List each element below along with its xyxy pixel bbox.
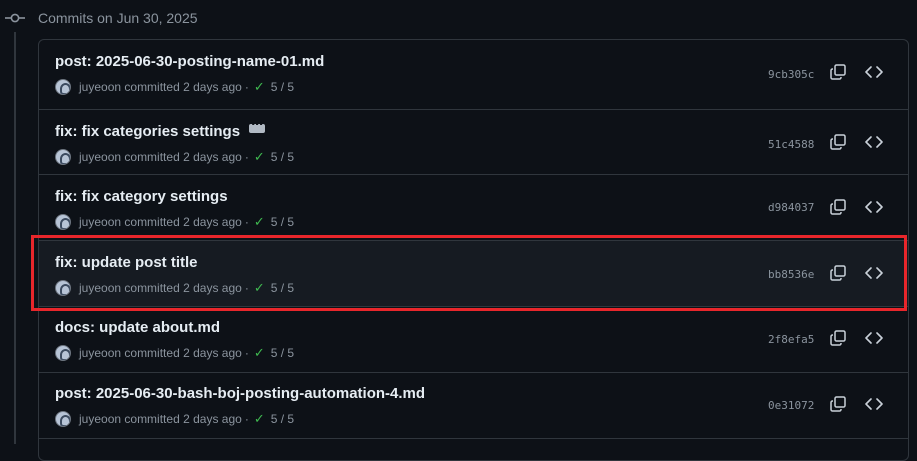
commit-author[interactable]: juyeoon [79,150,121,164]
commit-sha-link[interactable]: bb8536e [768,268,814,281]
commit-time: 2 days ago [183,80,242,94]
check-icon[interactable]: ✓ [254,411,265,427]
commit-meta: juyeoon committed 2 days ago · ✓ 5 / 5 [55,148,294,166]
code-icon[interactable] [865,265,883,281]
commit-group-date: Commits on Jun 30, 2025 [38,10,198,26]
commit-time: 2 days ago [183,215,242,229]
copy-icon[interactable] [830,134,846,150]
copy-icon[interactable] [830,330,846,346]
avatar[interactable] [55,79,71,95]
commit-author[interactable]: juyeoon [79,215,121,229]
commit-action: committed [124,412,180,426]
code-icon[interactable] [865,199,883,215]
checks-status[interactable]: 5 / 5 [271,412,294,426]
commit-time: 2 days ago [183,412,242,426]
commit-meta: juyeoon committed 2 days ago · ✓ 5 / 5 [55,410,294,428]
avatar[interactable] [55,149,71,165]
commit-title-link[interactable]: docs: update about.md [55,319,220,336]
commit-meta: juyeoon committed 2 days ago · ✓ 5 / 5 [55,78,294,96]
checks-status[interactable]: 5 / 5 [271,150,294,164]
commit-sha-link[interactable]: 51c4588 [768,138,814,151]
checks-status[interactable]: 5 / 5 [271,80,294,94]
commit-author[interactable]: juyeoon [79,412,121,426]
commit-author[interactable]: juyeoon [79,80,121,94]
avatar[interactable] [55,214,71,230]
check-icon[interactable]: ✓ [254,79,265,95]
commit-meta: juyeoon committed 2 days ago · ✓ 5 / 5 [55,279,294,297]
commit-sha-link[interactable]: d984037 [768,201,814,214]
commit-action: committed [124,80,180,94]
commit-group-header: Commits on Jun 30, 2025 [0,0,917,34]
code-icon[interactable] [865,330,883,346]
commit-title-link[interactable]: fix: fix categories settings [55,116,266,140]
checks-status[interactable]: 5 / 5 [271,346,294,360]
checks-status[interactable]: 5 / 5 [271,281,294,295]
commit-title-link[interactable]: fix: update post title [55,254,198,271]
commit-row: fix: fix categories settings juyeoon com… [39,110,908,175]
check-icon[interactable]: ✓ [254,214,265,230]
commit-title-link[interactable]: post: 2025-06-30-bash-boj-posting-automa… [55,385,425,402]
commit-row: docs: update about.md juyeoon committed … [39,307,908,373]
commit-title-link[interactable]: fix: fix category settings [55,188,228,205]
commit-time: 2 days ago [183,346,242,360]
commit-row-highlighted: fix: update post title juyeoon committed… [39,241,908,307]
copy-icon[interactable] [830,199,846,215]
commit-action: committed [124,215,180,229]
copy-icon[interactable] [830,64,846,80]
check-icon[interactable]: ✓ [254,149,265,165]
checks-status[interactable]: 5 / 5 [271,215,294,229]
commit-time: 2 days ago [183,281,242,295]
commit-meta: juyeoon committed 2 days ago · ✓ 5 / 5 [55,344,294,362]
commit-action: committed [124,281,180,295]
code-icon[interactable] [865,64,883,80]
commit-action: committed [124,346,180,360]
commit-title-link[interactable]: post: 2025-06-30-posting-name-01.md [55,53,324,70]
copy-icon[interactable] [830,265,846,281]
code-icon[interactable] [865,396,883,412]
commit-list: post: 2025-06-30-posting-name-01.md juye… [38,39,909,461]
commit-sha-link[interactable]: 2f8efa5 [768,333,814,346]
commit-meta: juyeoon committed 2 days ago · ✓ 5 / 5 [55,213,294,231]
copy-icon[interactable] [830,396,846,412]
check-icon[interactable]: ✓ [254,345,265,361]
code-icon[interactable] [865,134,883,150]
timeline-line [14,32,16,444]
avatar[interactable] [55,345,71,361]
commit-action: committed [124,150,180,164]
commit-row: fix: fix category settings juyeoon commi… [39,175,908,241]
check-icon[interactable]: ✓ [254,280,265,296]
git-commit-icon [5,13,25,23]
avatar[interactable] [55,280,71,296]
commit-author[interactable]: juyeoon [79,346,121,360]
commit-row: post: 2025-06-30-bash-boj-posting-automa… [39,373,908,439]
commit-sha-link[interactable]: 0e31072 [768,399,814,412]
commit-author[interactable]: juyeoon [79,281,121,295]
commit-time: 2 days ago [183,150,242,164]
avatar[interactable] [55,411,71,427]
ellipsis-icon[interactable] [249,116,266,133]
commit-row: post: 2025-06-30-posting-name-01.md juye… [39,40,908,110]
commit-sha-link[interactable]: 9cb305c [768,68,814,81]
